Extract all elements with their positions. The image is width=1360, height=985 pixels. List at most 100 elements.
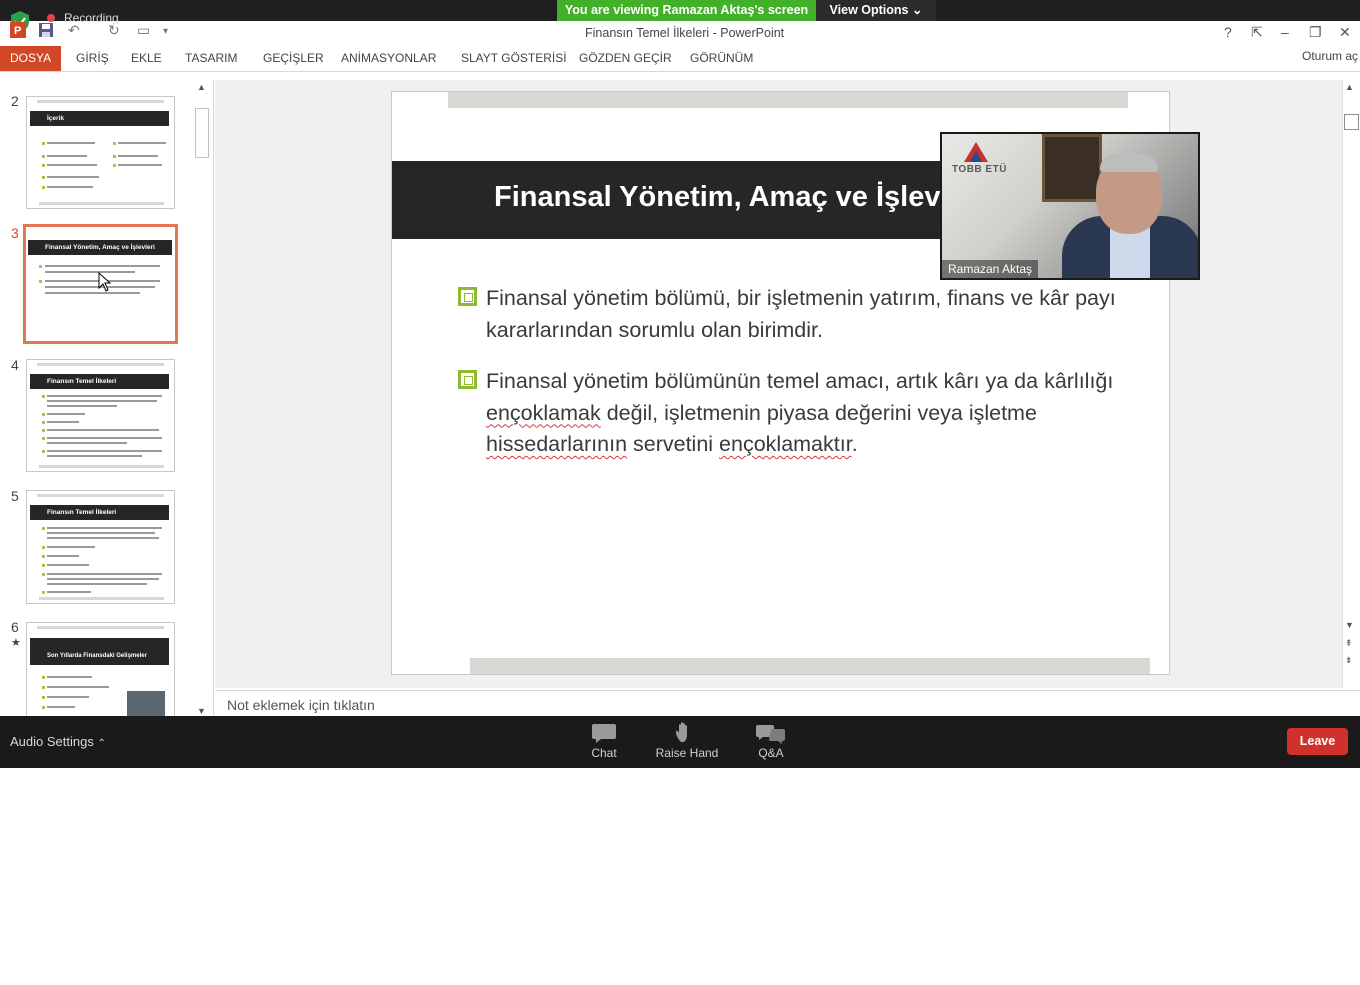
chevron-up-icon: ⌃ [97,738,106,749]
scroll-down-icon[interactable]: ▼ [197,706,206,716]
thumbnail-number: 3 [11,225,19,241]
webcam-video[interactable]: TOBB ETÜ Ramazan Aktaş [940,132,1200,280]
next-slide-icon[interactable]: ⇟ [1345,655,1353,666]
sign-in-link[interactable]: Oturum aç [1302,49,1358,63]
slide-thumbnails-pane: 2 İçerik 3 Finansal Yönetim, Amaç ve İşl… [0,80,214,716]
bullet-2-part-3: servetini [627,432,720,456]
tab-gozden-gecir[interactable]: GÖZDEN GEÇİR [579,46,672,71]
chat-icon [592,724,616,743]
tab-animasyonlar[interactable]: ANİMASYONLAR [341,46,436,71]
thumbnail-decor [37,626,164,629]
thumbnail-title: Finansın Temel İlkeleri [30,505,169,520]
thumbnail-number: 6 [11,619,19,635]
previous-slide-icon[interactable]: ⇞ [1345,638,1353,649]
bullet-square-icon [458,287,477,306]
presenter-hair [1100,154,1158,172]
tab-slayt-gosterisi[interactable]: SLAYT GÖSTERİSİ [461,46,567,71]
scrollbar-thumb[interactable] [1344,114,1359,130]
view-options-button[interactable]: View Options ⌄ [816,0,936,21]
bullet-2-part-2: değil, işletmenin piyasa değerini veya i… [600,400,1037,425]
tab-tasarim[interactable]: TASARIM [185,46,237,71]
thumbnail-decor [37,100,164,103]
save-icon[interactable] [38,22,54,42]
chat-label: Chat [591,746,617,760]
tab-dosya[interactable]: DOSYA [0,46,62,71]
slide-decor-top [448,92,1128,108]
chat-button[interactable]: Chat [569,722,639,760]
slide-title: Finansal Yönetim, Amaç ve İşlev [494,181,941,213]
ribbon-tabs: DOSYA GİRİŞ EKLE TASARIM GEÇİŞLER ANİMAS… [0,46,1360,72]
tab-gorunum[interactable]: GÖRÜNÜM [690,46,753,71]
tab-giris[interactable]: GİRİŞ [76,46,109,71]
thumbnail-title: Finansın Temel İlkeleri [30,374,169,389]
slide-thumbnail-5[interactable]: Finansın Temel İlkeleri [26,490,175,604]
recording-dot-icon [47,14,55,22]
thumbnail-title: Finansal Yönetim, Amaç ve İşlevleri [28,240,172,255]
maximize-icon[interactable]: ❐ [1309,24,1322,41]
ribbon-display-icon[interactable]: ⇱ [1251,24,1263,41]
meeting-control-bar: Audio Settings ⌃ Chat Raise Hand Q&A Lea… [0,716,1360,768]
notes-pane[interactable]: Not eklemek için tıklatın [215,690,1360,716]
qa-button[interactable]: Q&A [736,722,806,760]
tab-gecisler[interactable]: GEÇİŞLER [263,46,324,71]
qa-icon [756,725,785,744]
audio-settings-label: Audio Settings [10,734,94,749]
editor-scrollbar[interactable]: ▲ ▼ ⇞ ⇟ [1342,80,1360,688]
audio-settings-button[interactable]: Audio Settings ⌃ [10,734,106,749]
thumbnail-number: 5 [11,488,19,504]
undo-icon[interactable]: ↶ [68,22,80,42]
thumbnail-number: 4 [11,357,19,373]
slide-thumbnail-6[interactable]: Son Yıllarda Finansdaki Gelişmeler [26,622,175,716]
scrollbar-thumb[interactable] [195,108,209,158]
svg-text:P: P [14,25,21,37]
scroll-down-icon[interactable]: ▼ [1345,620,1354,630]
bullet-2-part-1: Finansal yönetim bölümünün temel amacı, … [486,369,1114,393]
spelling-error[interactable]: ençoklamak [486,401,601,425]
spelling-error[interactable]: hissedarlarının [486,432,627,456]
participant-name: Ramazan Aktaş [942,260,1039,278]
view-options-label: View Options [829,3,909,17]
animation-star-icon: ★ [11,637,21,649]
tobb-etu-logo-icon [964,142,988,162]
raise-hand-label: Raise Hand [655,746,719,760]
thumbnail-image [127,691,165,716]
portrait-frame [1042,134,1102,202]
notes-placeholder: Not eklemek için tıklatın [227,697,375,713]
viewing-banner: You are viewing Ramazan Aktaş's screen [557,0,816,21]
thumbnail-decor [39,202,164,205]
customize-toolbar-icon[interactable]: ▾ [163,26,168,46]
chevron-down-icon: ⌄ [911,3,923,17]
thumbnails-scrollbar[interactable]: ▲ ▼ [195,80,209,716]
slide-thumbnail-2[interactable]: İçerik [26,96,175,209]
powerpoint-icon: P [10,22,26,42]
screen: Recording You are viewing Ramazan Aktaş'… [0,0,1360,985]
window-title: Finansın Temel İlkeleri - PowerPoint [585,26,785,40]
thumbnail-decor [37,494,164,497]
slide-decor-bottom [470,658,1150,674]
start-slideshow-icon[interactable]: ▭ [137,22,150,42]
spelling-error[interactable]: ençoklamaktır [719,432,852,456]
thumbnail-decor [37,363,164,366]
scroll-up-icon[interactable]: ▲ [1345,82,1354,92]
title-bar: Recording You are viewing Ramazan Aktaş'… [0,0,1360,46]
tab-ekle[interactable]: EKLE [131,46,162,71]
qa-label: Q&A [758,746,784,760]
thumbnail-title: İçerik [30,111,169,126]
slide-thumbnail-4[interactable]: Finansın Temel İlkeleri [26,359,175,472]
scroll-up-icon[interactable]: ▲ [197,82,206,92]
help-icon[interactable]: ? [1224,24,1232,40]
redo-icon[interactable]: ↻ [108,22,120,42]
bullet-text-2: Finansal yönetim bölümünün temel amacı, … [486,366,1126,461]
thumbnail-number: 2 [11,93,19,109]
thumbnail-decor [39,597,164,600]
minimize-icon[interactable]: – [1281,24,1289,40]
raise-hand-icon [676,722,687,742]
webcam-logo-text: TOBB ETÜ [952,164,1007,175]
bullet-text-1: Finansal yönetim bölümü, bir işletmenin … [486,286,1116,342]
mouse-cursor-icon [98,272,112,292]
close-icon[interactable]: ✕ [1339,24,1351,41]
leave-button[interactable]: Leave [1287,728,1348,755]
thumbnail-decor [39,465,164,468]
thumbnail-title: Son Yıllarda Finansdaki Gelişmeler [30,638,169,665]
raise-hand-button[interactable]: Raise Hand [652,722,722,760]
